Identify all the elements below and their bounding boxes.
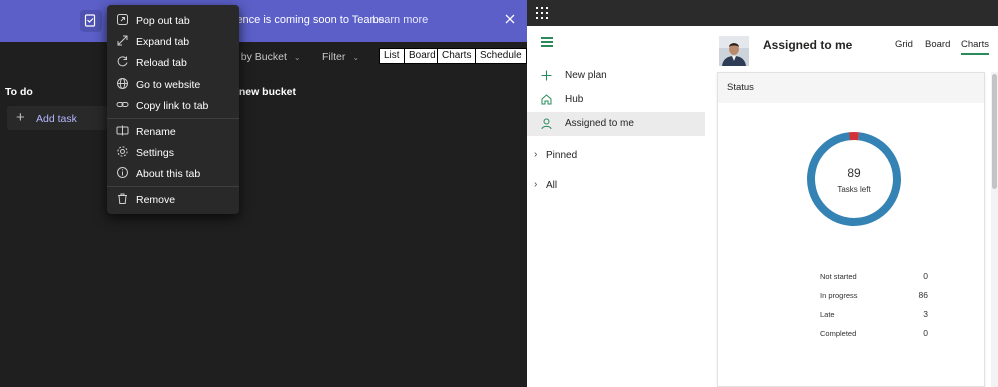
menu-divider	[107, 118, 239, 119]
pop-out-icon	[117, 14, 128, 25]
reload-icon	[117, 56, 128, 67]
scrollbar-thumb[interactable]	[992, 74, 997, 189]
stat-label: Late	[820, 310, 835, 319]
hamburger-menu-icon[interactable]	[541, 37, 553, 47]
stat-label: In progress	[820, 291, 858, 300]
stat-row-in-progress: In progress 86	[818, 289, 928, 303]
menu-item-label: About this tab	[136, 168, 201, 180]
menu-item-label: Settings	[136, 147, 174, 159]
main-content: Assigned to me Grid Board Charts Status …	[705, 26, 998, 387]
stat-label: Not started	[820, 272, 857, 281]
menu-item-label: Go to website	[136, 79, 201, 91]
rename-icon	[116, 125, 129, 136]
group-by-dropdown[interactable]: p by Bucket ⌄	[232, 51, 301, 63]
tab-context-menu: Pop out tab Expand tab Reload tab Go to …	[107, 5, 239, 214]
stat-row-completed: Completed 0	[818, 327, 928, 341]
tab-board[interactable]: Board	[925, 39, 950, 50]
tasks-left-count: 89	[847, 166, 861, 180]
chevron-down-icon: ⌄	[293, 53, 301, 62]
nav-item-label: Hub	[565, 94, 584, 105]
planner-pane: New plan Hub Assigned to me › Pinned › A…	[527, 0, 998, 387]
expand-icon	[117, 35, 128, 46]
view-charts-button[interactable]: Charts	[437, 48, 477, 64]
gear-icon	[117, 146, 128, 157]
stat-label: Completed	[820, 329, 857, 338]
nav-section-label: All	[546, 180, 558, 191]
avatar[interactable]	[719, 36, 749, 66]
teams-pane: ience is coming soon to Teams. Learn mor…	[0, 0, 527, 387]
link-icon	[116, 102, 129, 107]
chevron-right-icon: ›	[534, 179, 538, 190]
app-launcher-icon[interactable]	[536, 7, 548, 19]
filter-dropdown[interactable]: Filter ⌄	[322, 51, 359, 63]
nav-item-new-plan[interactable]: New plan	[527, 64, 705, 88]
nav-item-label: New plan	[565, 70, 607, 81]
menu-item-remove[interactable]: Remove	[107, 189, 239, 210]
menu-item-copy-link[interactable]: Copy link to tab	[107, 95, 239, 116]
trash-icon	[118, 193, 127, 204]
filter-label: Filter	[322, 51, 346, 63]
nav-section-all[interactable]: › All	[527, 176, 705, 196]
nav-item-hub[interactable]: Hub	[527, 88, 705, 112]
planner-toolbar: p by Bucket ⌄ Filter ⌄ List Board Charts S…	[0, 42, 527, 70]
planner-app-icon[interactable]	[80, 10, 102, 32]
add-task-button[interactable]: + Add task	[7, 106, 107, 130]
nav-section-pinned[interactable]: › Pinned	[527, 146, 705, 166]
chevron-right-icon: ›	[534, 149, 538, 160]
status-card: Status 89 Tasks left Not started 0 In pr…	[717, 72, 985, 387]
menu-item-settings[interactable]: Settings	[107, 142, 239, 163]
chevron-down-icon: ⌄	[352, 53, 360, 62]
stat-value: 0	[923, 271, 928, 281]
menu-item-pop-out-tab[interactable]: Pop out tab	[107, 10, 239, 31]
plus-icon	[541, 70, 552, 81]
close-icon[interactable]	[502, 11, 518, 27]
globe-icon	[117, 78, 128, 89]
plus-icon: +	[16, 109, 25, 126]
nav-item-label: Assigned to me	[565, 118, 634, 129]
view-schedule-button[interactable]: Schedule	[475, 48, 527, 64]
menu-item-label: Copy link to tab	[136, 100, 209, 112]
group-by-label: p by Bucket	[232, 51, 287, 63]
menu-item-expand-tab[interactable]: Expand tab	[107, 31, 239, 52]
add-new-bucket[interactable]: l new bucket	[233, 86, 296, 98]
person-icon	[541, 118, 552, 130]
banner-text: ience is coming soon to Teams.	[234, 14, 388, 26]
menu-item-label: Pop out tab	[136, 15, 190, 27]
menu-divider	[107, 186, 239, 187]
home-icon	[541, 94, 552, 105]
menu-item-reload-tab[interactable]: Reload tab	[107, 52, 239, 73]
scrollbar[interactable]	[991, 72, 998, 387]
menu-item-label: Expand tab	[136, 36, 190, 48]
status-donut-chart: 89 Tasks left	[807, 132, 901, 226]
tasks-left-label: Tasks left	[837, 185, 871, 194]
menu-item-label: Reload tab	[136, 57, 187, 69]
left-navigation: New plan Hub Assigned to me › Pinned › A…	[527, 26, 705, 387]
suite-header	[527, 0, 998, 26]
info-icon	[117, 167, 128, 178]
stat-value: 86	[918, 290, 928, 300]
menu-item-rename[interactable]: Rename	[107, 121, 239, 142]
bucket-title-todo: To do	[5, 86, 33, 98]
menu-item-label: Rename	[136, 126, 176, 138]
page-title: Assigned to me	[763, 38, 853, 52]
stat-value: 0	[923, 328, 928, 338]
tab-grid[interactable]: Grid	[895, 39, 913, 50]
announcement-banner: ience is coming soon to Teams. Learn mor…	[0, 0, 527, 42]
tab-charts[interactable]: Charts	[961, 39, 989, 55]
stat-row-late: Late 3	[818, 308, 928, 322]
nav-section-label: Pinned	[546, 150, 578, 161]
menu-item-go-to-website[interactable]: Go to website	[107, 74, 239, 95]
menu-item-label: Remove	[136, 194, 176, 206]
learn-more-link[interactable]: Learn more	[372, 14, 428, 26]
status-card-header: Status	[718, 73, 984, 103]
view-board-button[interactable]: Board	[404, 48, 441, 64]
menu-item-about-tab[interactable]: About this tab	[107, 163, 239, 184]
stat-row-not-started: Not started 0	[818, 270, 928, 284]
view-list-button[interactable]: List	[379, 48, 405, 64]
stat-value: 3	[923, 309, 928, 319]
nav-item-assigned-to-me[interactable]: Assigned to me	[527, 112, 705, 136]
add-task-label: Add task	[36, 113, 77, 125]
status-card-title: Status	[727, 82, 754, 93]
